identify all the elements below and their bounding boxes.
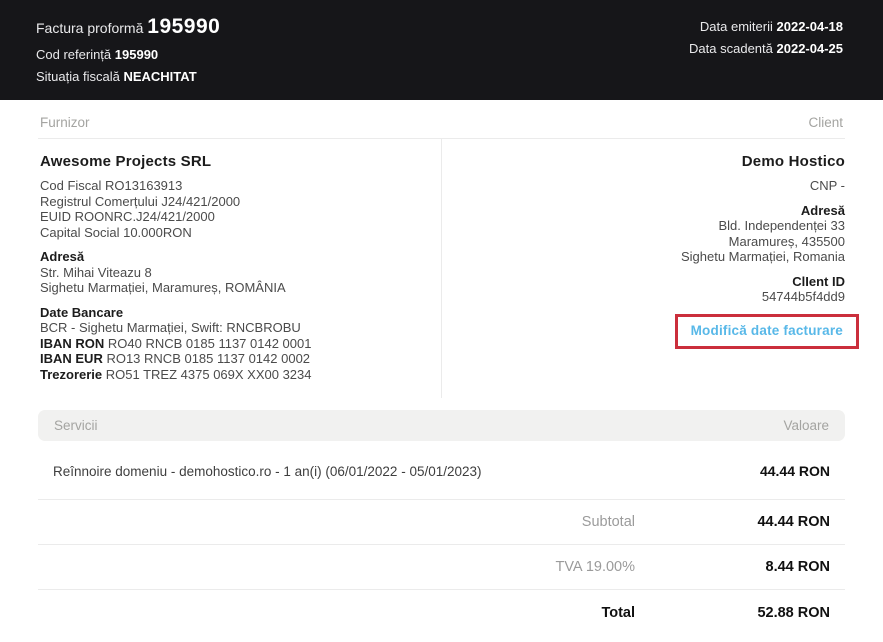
supplier-bank-line: BCR - Sighetu Marmației, Swift: RNCBROBU	[40, 320, 421, 336]
supplier-address-heading: Adresă	[40, 249, 421, 265]
total-label: Total	[601, 605, 635, 621]
client-section-label: Client	[808, 115, 843, 130]
treasury-label: Trezorerie	[40, 367, 102, 382]
subtotal-row: Subtotal 44.44 RON	[38, 500, 845, 545]
reference-code-label: Cod referință	[36, 47, 111, 62]
client-address-county: Maramureș, 435500	[462, 234, 846, 250]
due-date-label: Data scadentă	[689, 41, 773, 56]
iban-ron-label: IBAN RON	[40, 336, 104, 351]
iban-eur-value: RO13 RNCB 0185 1137 0142 0002	[103, 351, 310, 366]
tax-row: TVA 19.00% 8.44 RON	[38, 545, 845, 590]
supplier-address-street: Str. Mihai Viteazu 8	[40, 265, 421, 281]
client-cnp: CNP -	[462, 178, 846, 194]
client-address-city: Sighetu Marmației, Romania	[462, 249, 846, 265]
supplier-details: Awesome Projects SRL Cod Fiscal RO131639…	[38, 139, 442, 398]
edit-billing-wrap: Modifică date facturare	[462, 314, 846, 349]
value-column-header: Valoare	[783, 418, 829, 433]
section-headers: Furnizor Client	[38, 100, 845, 139]
fiscal-status-label: Situația fiscală	[36, 69, 120, 84]
supplier-section-label: Furnizor	[40, 115, 90, 130]
supplier-fiscal-code: Cod Fiscal RO13163913	[40, 178, 421, 194]
subtotal-label: Subtotal	[582, 514, 635, 530]
invoice-title: Factura proformă 195990	[36, 15, 220, 39]
invoice-header: Factura proformă 195990 Cod referință 19…	[0, 0, 883, 100]
client-id-heading: ClIent ID	[462, 274, 846, 290]
supplier-trade-registry: Registrul Comerțului J24/421/2000	[40, 194, 421, 210]
invoice-number: 195990	[147, 15, 220, 38]
tax-value: 8.44 RON	[635, 559, 830, 575]
invoice-header-right: Data emiterii 2022-04-18 Data scadentă 2…	[689, 15, 843, 100]
supplier-euid: EUID ROONRC.J24/421/2000	[40, 209, 421, 225]
service-row: Reînnoire domeniu - demohostico.ro - 1 a…	[38, 441, 845, 500]
supplier-iban-ron: IBAN RON RO40 RNCB 0185 1137 0142 0001	[40, 336, 421, 352]
fiscal-status: Situația fiscală NEACHITAT	[36, 69, 220, 84]
supplier-treasury: Trezorerie RO51 TREZ 4375 069X XX00 3234	[40, 367, 421, 383]
due-date: Data scadentă 2022-04-25	[689, 41, 843, 56]
reference-code-value: 195990	[115, 47, 158, 62]
issue-date-value: 2022-04-18	[777, 19, 844, 34]
service-value: 44.44 RON	[760, 463, 830, 479]
service-description: Reînnoire domeniu - demohostico.ro - 1 a…	[53, 464, 482, 479]
subtotal-value: 44.44 RON	[635, 514, 830, 530]
iban-ron-value: RO40 RNCB 0185 1137 0142 0001	[104, 336, 311, 351]
highlight-box: Modifică date facturare	[675, 314, 859, 349]
treasury-value: RO51 TREZ 4375 069X XX00 3234	[102, 367, 311, 382]
tax-label: TVA 19.00%	[555, 559, 635, 575]
total-row: Total 52.88 RON	[38, 590, 845, 635]
invoice-header-left: Factura proformă 195990 Cod referință 19…	[36, 15, 220, 100]
supplier-capital: Capital Social 10.000RON	[40, 225, 421, 241]
client-name: Demo Hostico	[462, 153, 846, 170]
issue-date-label: Data emiterii	[700, 19, 773, 34]
edit-billing-link[interactable]: Modifică date facturare	[691, 323, 843, 338]
supplier-iban-eur: IBAN EUR RO13 RNCB 0185 1137 0142 0002	[40, 351, 421, 367]
supplier-address-city: Sighetu Marmației, Maramureș, ROMÂNIA	[40, 280, 421, 296]
supplier-bank-heading: Date Bancare	[40, 305, 421, 321]
parties-columns: Awesome Projects SRL Cod Fiscal RO131639…	[38, 139, 845, 398]
services-column-header: Servicii	[54, 418, 98, 433]
total-value: 52.88 RON	[635, 605, 830, 621]
iban-eur-label: IBAN EUR	[40, 351, 103, 366]
invoice-title-label: Factura proformă	[36, 20, 143, 36]
client-id-value: 54744b5f4dd9	[462, 289, 846, 305]
supplier-name: Awesome Projects SRL	[40, 153, 421, 170]
invoice-body: Furnizor Client Awesome Projects SRL Cod…	[0, 100, 883, 635]
client-details: Demo Hostico CNP - Adresă Bld. Independe…	[442, 139, 846, 398]
reference-code: Cod referință 195990	[36, 47, 220, 62]
client-address-heading: Adresă	[462, 203, 846, 219]
due-date-value: 2022-04-25	[777, 41, 844, 56]
client-address-street: Bld. Independenței 33	[462, 218, 846, 234]
fiscal-status-value: NEACHITAT	[123, 69, 196, 84]
issue-date: Data emiterii 2022-04-18	[689, 19, 843, 34]
services-table-header: Servicii Valoare	[38, 410, 845, 441]
